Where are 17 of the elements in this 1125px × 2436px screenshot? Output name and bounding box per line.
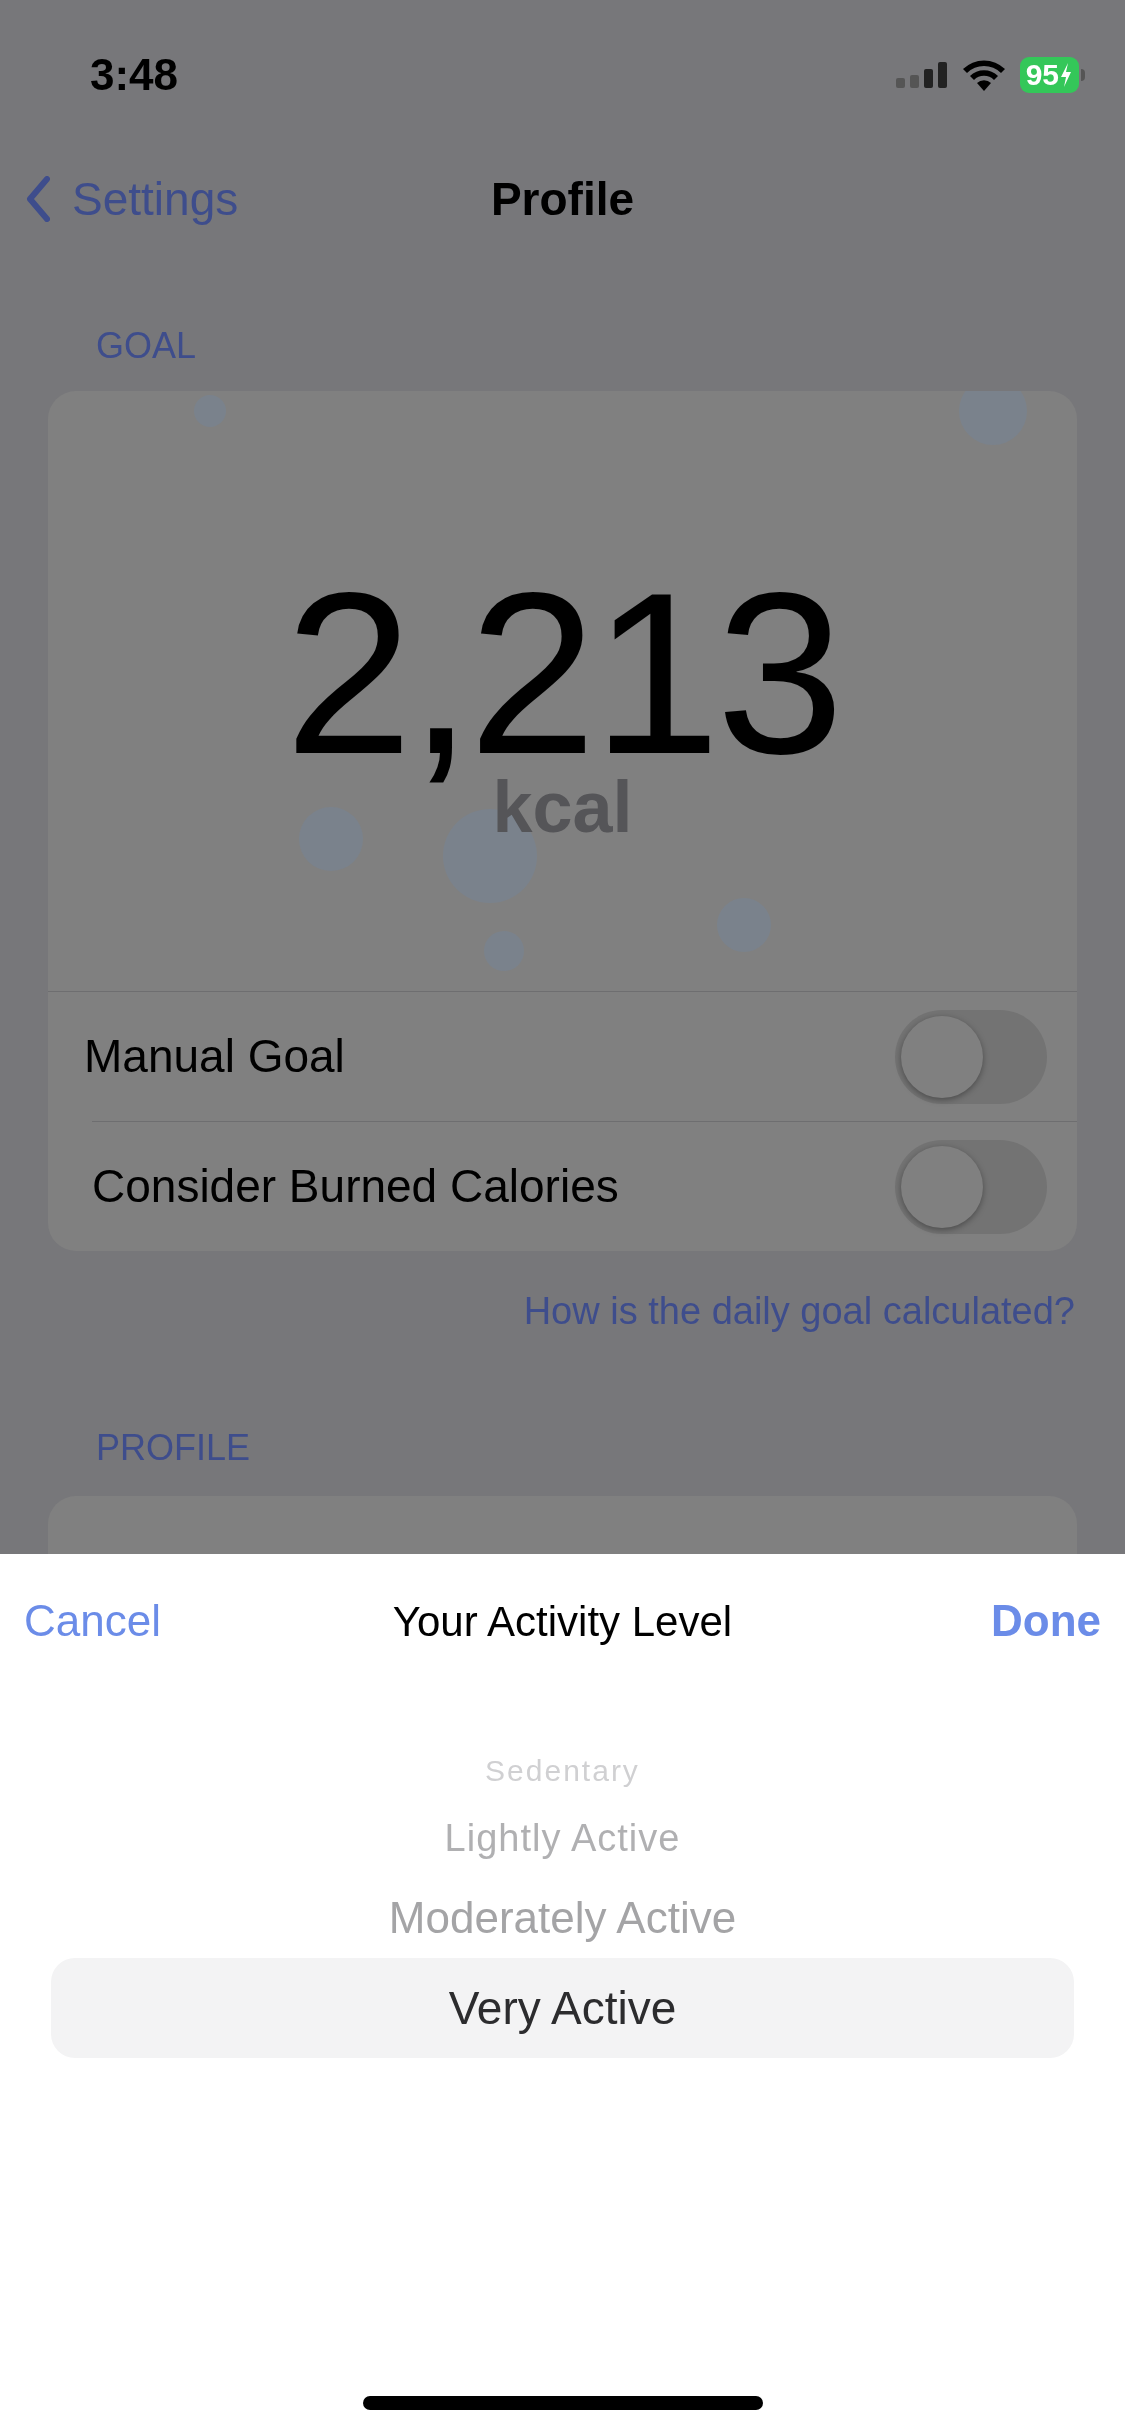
toggle-label: Manual Goal: [84, 1029, 345, 1084]
picker-option[interactable]: Lightly Active: [444, 1798, 681, 1878]
sheet-title: Your Activity Level: [392, 1596, 733, 1647]
picker-option[interactable]: Very Active: [51, 1958, 1074, 2058]
section-header: PROFILE: [96, 1430, 252, 1466]
wifi-icon: [961, 59, 1006, 91]
daily-goal-link[interactable]: How is the daily goal calculated?: [523, 1283, 1075, 1340]
back-button[interactable]: Settings: [26, 164, 239, 234]
done-button[interactable]: Done: [991, 1588, 1101, 1654]
section-header: GOAL: [96, 328, 198, 364]
cancel-button[interactable]: Cancel: [24, 1588, 161, 1654]
toggle-label: Consider Burned Calories: [92, 1159, 619, 1214]
status-time: 3:48: [90, 49, 179, 101]
page-title: Profile: [490, 171, 635, 227]
chevron-left-icon: [26, 176, 50, 222]
signal-icon: [895, 62, 948, 88]
picker-option[interactable]: Moderately Active: [388, 1878, 737, 1958]
